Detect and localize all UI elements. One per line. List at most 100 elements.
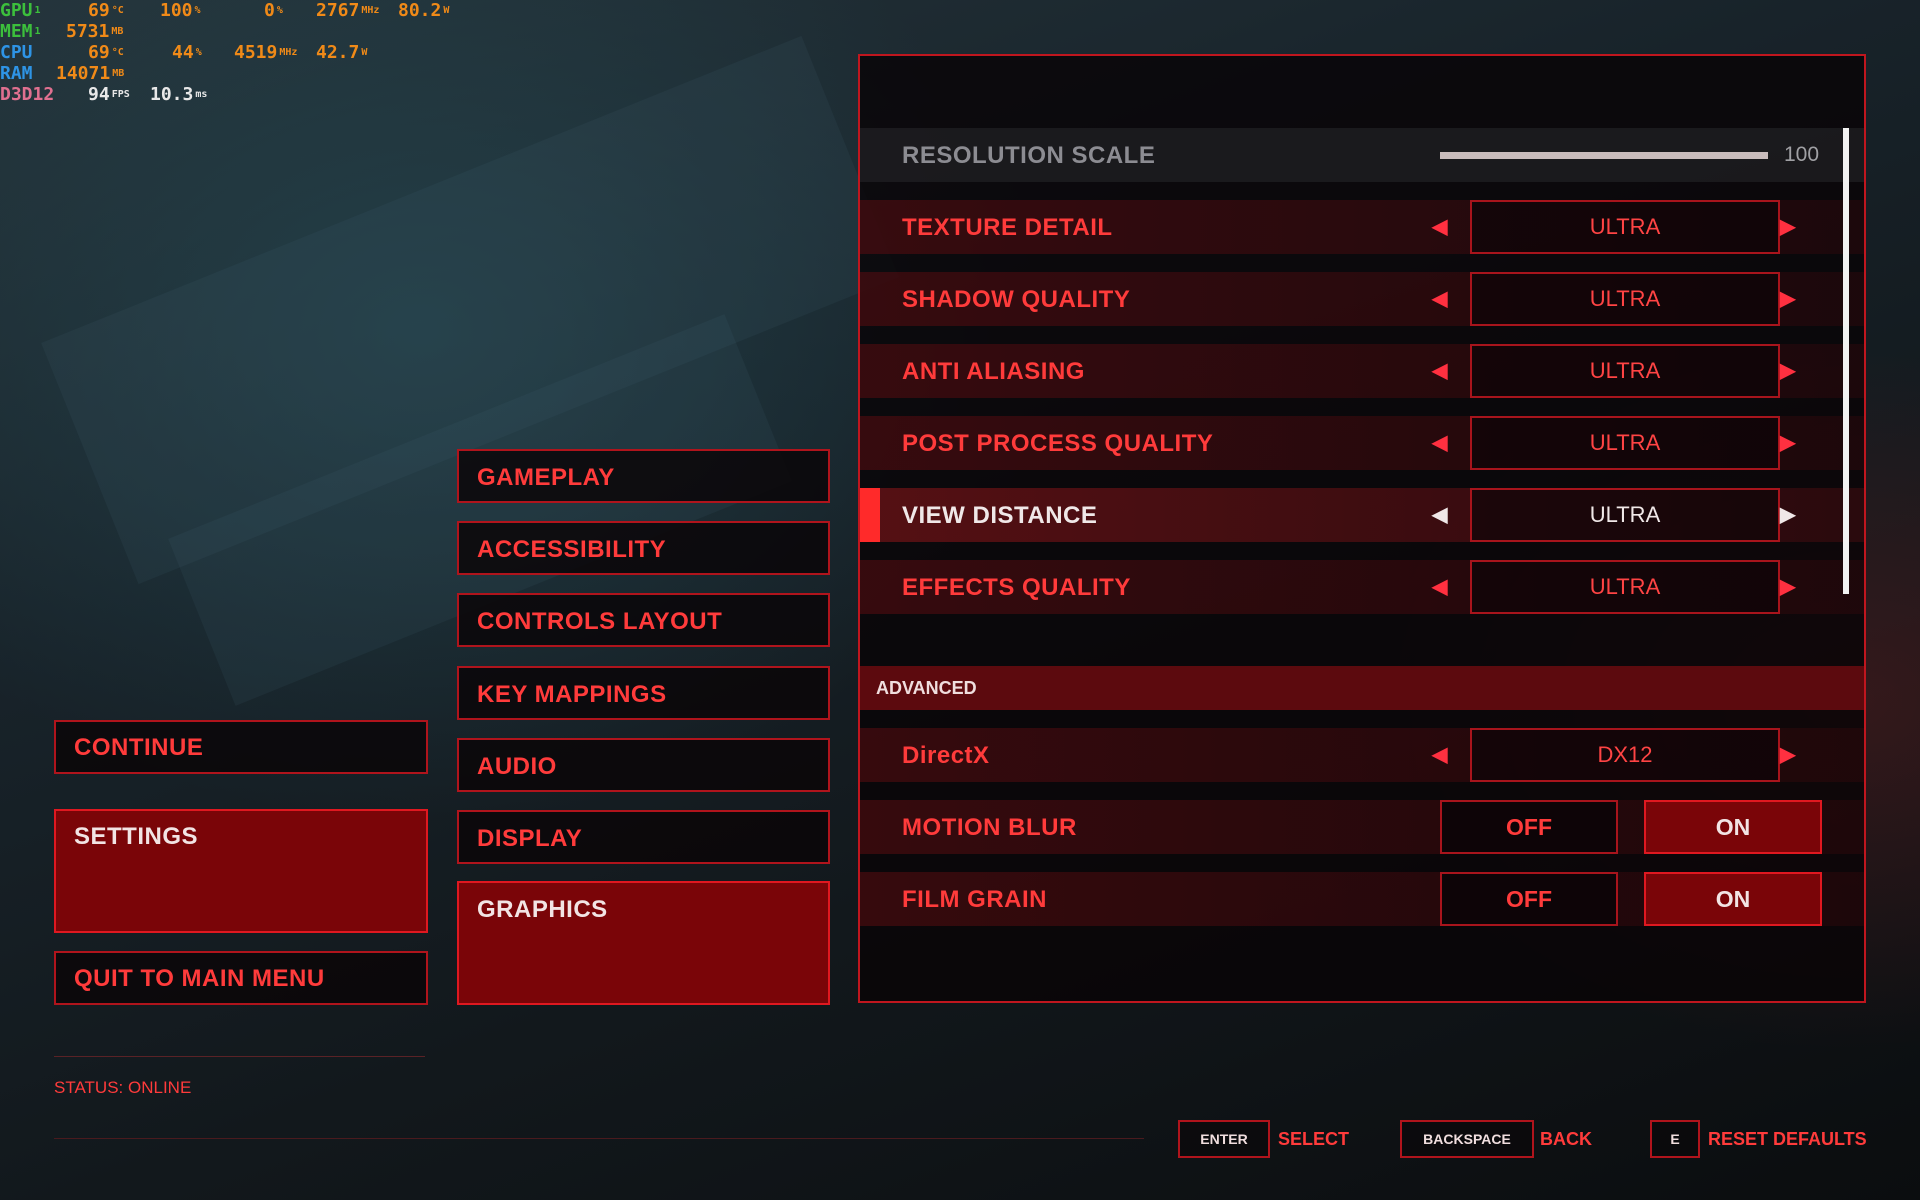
hud-gpu-clock: 2767 MHz (316, 0, 380, 21)
performance-overlay: GPU 1 69 °C 100% 0% 2767 MHz 80.2 W MEM 1 573… (0, 0, 470, 105)
continue-label: CONTINUE (74, 734, 204, 761)
resolution-scale-label: RESOLUTION SCALE (902, 142, 1156, 169)
motion-blur-off-button[interactable]: OFF (1440, 800, 1618, 854)
anti-aliasing-value: ULTRA (1470, 344, 1780, 398)
right-arrow-icon[interactable]: ▶ (1780, 430, 1795, 455)
hud-mem-row: MEM 1 5731 MB (0, 21, 124, 42)
texture-detail-row[interactable]: TEXTURE DETAIL ◀ ULTRA ▶ (860, 200, 1864, 254)
hud-ram-row: RAM 14071 MB (0, 63, 470, 84)
tab-display-label: DISPLAY (477, 825, 583, 852)
quit-label: QUIT TO MAIN MENU (74, 965, 325, 992)
view-distance-value: ULTRA (1470, 488, 1780, 542)
hud-gpu-sub: 1 (34, 5, 41, 16)
continue-button[interactable]: CONTINUE (54, 720, 428, 774)
tab-audio[interactable]: AUDIO (457, 738, 830, 792)
tab-gameplay[interactable]: GAMEPLAY (457, 449, 830, 503)
left-arrow-icon[interactable]: ◀ (1432, 286, 1447, 311)
right-arrow-icon[interactable]: ▶ (1780, 502, 1795, 527)
anti-aliasing-row[interactable]: ANTI ALIASING ◀ ULTRA ▶ (860, 344, 1864, 398)
tab-accessibility-label: ACCESSIBILITY (477, 536, 667, 563)
effects-quality-label: EFFECTS QUALITY (902, 574, 1131, 601)
directx-value: DX12 (1470, 728, 1780, 782)
right-arrow-icon[interactable]: ▶ (1780, 358, 1795, 383)
texture-detail-label: TEXTURE DETAIL (902, 214, 1113, 241)
directx-label: DirectX (902, 742, 990, 769)
advanced-section-header: ADVANCED (860, 666, 1864, 710)
tab-accessibility[interactable]: ACCESSIBILITY (457, 521, 830, 575)
resolution-scale-value: 100 (1784, 143, 1820, 166)
enter-key-hint[interactable]: ENTER (1178, 1120, 1270, 1158)
divider (54, 1056, 425, 1057)
shadow-quality-value: ULTRA (1470, 272, 1780, 326)
motion-blur-row[interactable]: MOTION BLUR OFF ON (860, 800, 1864, 854)
back-hint-label: BACK (1540, 1129, 1592, 1149)
directx-row[interactable]: DirectX ◀ DX12 ▶ (860, 728, 1864, 782)
hud-cpu-temp: 69 °C (88, 42, 124, 63)
left-arrow-icon[interactable]: ◀ (1432, 214, 1447, 239)
anti-aliasing-label: ANTI ALIASING (902, 358, 1085, 385)
tab-key-mappings-label: KEY MAPPINGS (477, 681, 667, 708)
hud-cpu-clock: 4519 MHz (234, 42, 298, 63)
post-process-quality-label: POST PROCESS QUALITY (902, 430, 1214, 457)
hud-cpu-power: 42.7 W (316, 42, 368, 63)
left-arrow-icon[interactable]: ◀ (1432, 574, 1447, 599)
hud-fps: 94 FPS (88, 84, 130, 105)
tab-graphics-label: GRAPHICS (477, 896, 608, 923)
hud-ram-label: RAM (0, 63, 33, 84)
hud-mem-label: MEM (0, 21, 33, 42)
e-key-hint[interactable]: E (1650, 1120, 1700, 1158)
motion-blur-label: MOTION BLUR (902, 814, 1077, 841)
film-grain-label: FILM GRAIN (902, 886, 1047, 913)
shadow-quality-label: SHADOW QUALITY (902, 286, 1131, 313)
left-arrow-icon[interactable]: ◀ (1432, 430, 1447, 455)
view-distance-label: VIEW DISTANCE (902, 502, 1098, 529)
scrollbar[interactable] (1843, 128, 1849, 594)
left-arrow-icon[interactable]: ◀ (1432, 358, 1447, 383)
hud-cpu-label: CPU (0, 42, 33, 63)
post-process-quality-row[interactable]: POST PROCESS QUALITY ◀ ULTRA ▶ (860, 416, 1864, 470)
effects-quality-value: ULTRA (1470, 560, 1780, 614)
left-arrow-icon[interactable]: ◀ (1432, 502, 1447, 527)
tab-graphics[interactable]: GRAPHICS (457, 881, 830, 1005)
settings-button[interactable]: SETTINGS (54, 809, 428, 933)
left-arrow-icon[interactable]: ◀ (1432, 742, 1447, 767)
shadow-quality-row[interactable]: SHADOW QUALITY ◀ ULTRA ▶ (860, 272, 1864, 326)
tab-key-mappings[interactable]: KEY MAPPINGS (457, 666, 830, 720)
hud-ram-value: 14071 MB (56, 63, 125, 84)
hud-gpu-load: 100% (160, 0, 201, 21)
resolution-scale-slider[interactable] (1440, 152, 1768, 159)
hud-d3d-label: D3D12 (0, 84, 55, 105)
settings-label: SETTINGS (74, 823, 199, 850)
tab-controls-layout-label: CONTROLS LAYOUT (477, 608, 723, 635)
texture-detail-value: ULTRA (1470, 200, 1780, 254)
hud-gpu-power: 80.2 W (398, 0, 450, 21)
tab-display[interactable]: DISPLAY (457, 810, 830, 864)
tab-gameplay-label: GAMEPLAY (477, 464, 615, 491)
hud-gpu-label: GPU (0, 0, 33, 21)
film-grain-off-button[interactable]: OFF (1440, 872, 1618, 926)
reset-defaults-hint-label: RESET DEFAULTS (1708, 1129, 1867, 1149)
advanced-header-label: ADVANCED (876, 678, 977, 698)
hud-cpu-load: 44% (172, 42, 202, 63)
resolution-scale-row[interactable]: RESOLUTION SCALE 100 (860, 128, 1864, 182)
right-arrow-icon[interactable]: ▶ (1780, 286, 1795, 311)
effects-quality-row[interactable]: EFFECTS QUALITY ◀ ULTRA ▶ (860, 560, 1864, 614)
right-arrow-icon[interactable]: ▶ (1780, 214, 1795, 239)
select-hint-label: SELECT (1278, 1129, 1350, 1149)
backspace-key-hint[interactable]: BACKSPACE (1400, 1120, 1534, 1158)
motion-blur-on-button[interactable]: ON (1644, 800, 1822, 854)
right-arrow-icon[interactable]: ▶ (1780, 574, 1795, 599)
hud-mem-value: 5731 MB (66, 21, 124, 42)
hud-cpu-row: CPU 69 °C 44% 4519 MHz 42.7 W (0, 42, 470, 63)
hud-d3d-row: D3D12 94 FPS 10.3 ms (0, 84, 470, 105)
view-distance-row[interactable]: VIEW DISTANCE ◀ ULTRA ▶ (860, 488, 1864, 542)
film-grain-on-button[interactable]: ON (1644, 872, 1822, 926)
quit-to-main-menu-button[interactable]: QUIT TO MAIN MENU (54, 951, 428, 1005)
post-process-quality-value: ULTRA (1470, 416, 1780, 470)
tab-controls-layout[interactable]: CONTROLS LAYOUT (457, 593, 830, 647)
right-arrow-icon[interactable]: ▶ (1780, 742, 1795, 767)
film-grain-row[interactable]: FILM GRAIN OFF ON (860, 872, 1864, 926)
tab-audio-label: AUDIO (477, 753, 557, 780)
hud-gpu-mem-load: 0% (264, 0, 283, 21)
hud-frametime: 10.3 ms (150, 84, 208, 105)
